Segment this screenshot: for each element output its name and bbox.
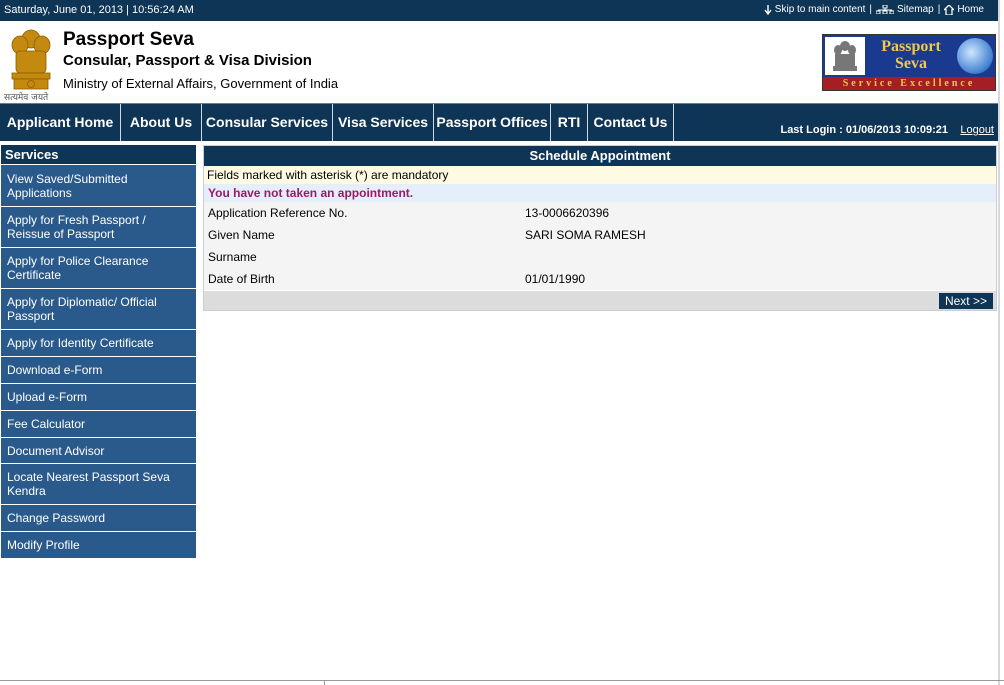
field-value: 01/01/1990 [525, 272, 586, 286]
sidebar-item-diplomatic-passport[interactable]: Apply for Diplomatic/ Official Passport [1, 288, 196, 329]
sidebar-item-modify-profile[interactable]: Modify Profile [1, 531, 196, 558]
status-bar-segment [0, 680, 325, 685]
logo-top: Passport Seva [823, 35, 995, 77]
field-row: Date of Birth 01/01/1990 [204, 268, 996, 290]
sidebar-item-fresh-passport[interactable]: Apply for Fresh Passport / Reissue of Pa… [1, 206, 196, 247]
nav-item-contact-us[interactable]: Contact Us [588, 104, 674, 141]
main-nav: Applicant Home About Us Consular Service… [0, 103, 1000, 141]
sitemap-link[interactable]: Sitemap [876, 4, 934, 15]
field-label: Given Name [208, 228, 275, 242]
globe-icon [957, 38, 993, 74]
sidebar-item-view-applications[interactable]: View Saved/Submitted Applications [1, 164, 196, 206]
skip-to-main-link[interactable]: Skip to main content [764, 4, 866, 15]
sidebar-item-fee-calculator[interactable]: Fee Calculator [1, 410, 196, 437]
logo-tagline: Service Excellence [823, 77, 995, 90]
nav-item-about-us[interactable]: About Us [121, 104, 202, 141]
last-login: Last Login : 01/06/2013 10:09:21 [780, 124, 948, 136]
field-label: Date of Birth [208, 272, 275, 286]
home-icon [944, 4, 955, 15]
appointment-notice: You have not taken an appointment. [204, 184, 996, 202]
nav-item-rti[interactable]: RTI [551, 104, 588, 141]
logo-line1: Passport [881, 38, 941, 55]
date-time: Saturday, June 01, 2013 | 10:56:24 AM [4, 4, 194, 16]
logo-line2: Seva [895, 55, 927, 72]
nav-item-passport-offices[interactable]: Passport Offices [434, 104, 551, 141]
nav-item-visa-services[interactable]: Visa Services [333, 104, 434, 141]
logo-wordmark: Passport Seva [869, 38, 953, 72]
sidebar-item-upload-eform[interactable]: Upload e-Form [1, 383, 196, 410]
home-link[interactable]: Home [944, 4, 984, 15]
field-value: 13-0006620396 [525, 206, 610, 220]
field-label: Surname [208, 250, 257, 264]
nav-item-consular-services[interactable]: Consular Services [202, 104, 333, 141]
field-label: Application Reference No. [208, 206, 348, 220]
panel-title: Schedule Appointment [204, 146, 996, 166]
sidebar-item-download-eform[interactable]: Download e-Form [1, 356, 196, 383]
home-label: Home [957, 4, 984, 15]
sidebar-item-identity-certificate[interactable]: Apply for Identity Certificate [1, 329, 196, 356]
sidebar-item-document-advisor[interactable]: Document Advisor [1, 437, 196, 463]
skip-label: Skip to main content [774, 4, 866, 15]
panel-footer: Next >> [204, 291, 996, 310]
next-button[interactable]: Next >> [938, 293, 993, 309]
nav-item-applicant-home[interactable]: Applicant Home [0, 104, 121, 141]
sidebar-item-police-clearance[interactable]: Apply for Police Clearance Certificate [1, 247, 196, 288]
schedule-appointment-panel: Schedule Appointment Fields marked with … [203, 145, 997, 311]
separator: | [869, 4, 873, 15]
services-sidebar: Services View Saved/Submitted Applicatio… [1, 145, 196, 558]
window-scroll-edge [998, 0, 1000, 685]
field-value: SARI SOMA RAMESH [525, 228, 646, 242]
sitemap-label: Sitemap [897, 4, 934, 15]
arrow-down-icon [764, 4, 772, 15]
ministry-name: Ministry of External Affairs, Government… [63, 76, 339, 91]
mandatory-note: Fields marked with asterisk (*) are mand… [204, 166, 996, 184]
logout-link[interactable]: Logout [960, 124, 994, 136]
field-row: Surname [204, 246, 996, 268]
sidebar-item-change-password[interactable]: Change Password [1, 504, 196, 531]
passport-seva-logo: Passport Seva Service Excellence [822, 34, 996, 91]
top-links: Skip to main content | Sitemap | Home [764, 4, 984, 15]
site-subtitle: Consular, Passport & Visa Division [63, 52, 312, 69]
emblem-seal-icon [825, 37, 865, 75]
site-header: सत्यमेव जयते Passport Seva Consular, Pas… [0, 21, 1000, 103]
field-row: Given Name SARI SOMA RAMESH [204, 224, 996, 246]
separator: | [937, 4, 941, 15]
sidebar-heading: Services [1, 145, 196, 164]
sitemap-icon [876, 5, 895, 14]
sidebar-item-locate-psk[interactable]: Locate Nearest Passport Seva Kendra [1, 463, 196, 504]
field-row: Application Reference No. 13-0006620396 [204, 202, 996, 224]
emblem-caption: सत्यमेव जयते [4, 93, 49, 103]
site-title: Passport Seva [63, 29, 194, 50]
top-bar: Saturday, June 01, 2013 | 10:56:24 AM Sk… [0, 0, 1000, 21]
